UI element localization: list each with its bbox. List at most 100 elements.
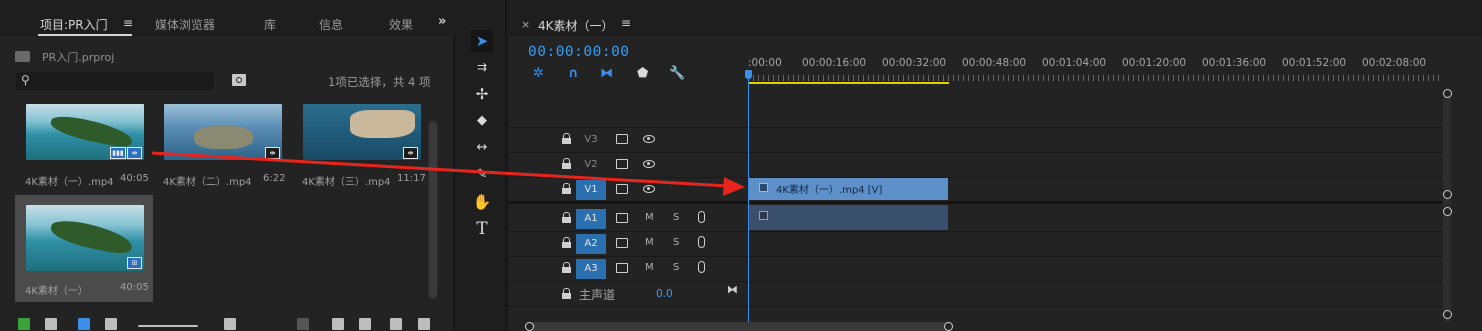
panel-menu-icon[interactable]: ≡ bbox=[621, 16, 631, 30]
pen-tool-icon[interactable]: ✎ bbox=[471, 164, 493, 186]
ruler-label: 00:01:52:00 bbox=[1282, 57, 1347, 69]
track-divider bbox=[509, 306, 1442, 307]
lock-icon[interactable] bbox=[562, 183, 571, 194]
snap-icon[interactable]: ∩ bbox=[568, 66, 579, 81]
settings-wrench-icon[interactable]: 🔧 bbox=[669, 66, 685, 81]
track-target-v1[interactable]: V1 bbox=[576, 180, 606, 200]
timeline-tabbar: × 4K素材（一） ≡ bbox=[509, 0, 1482, 36]
slip-tool-icon[interactable]: ↔ bbox=[471, 137, 493, 159]
track-header-a2: A2 M S bbox=[509, 232, 748, 256]
automate-to-sequence-icon[interactable] bbox=[297, 318, 309, 330]
tab-effects[interactable]: 效果 bbox=[389, 16, 413, 33]
razor-tool-icon[interactable]: ◆ bbox=[471, 110, 493, 132]
track-target-v2[interactable]: V2 bbox=[576, 155, 606, 175]
track-target-a3[interactable]: A3 bbox=[576, 259, 606, 279]
write-protect-icon[interactable] bbox=[18, 318, 30, 330]
solo-button[interactable]: S bbox=[673, 237, 679, 248]
sync-lock-icon[interactable] bbox=[616, 159, 628, 169]
sync-lock-icon[interactable] bbox=[616, 213, 628, 223]
voiceover-mic-icon[interactable] bbox=[698, 261, 705, 273]
timeline-panel: × 4K素材（一） ≡ 00:00:00:00 ✲ ∩ ⧓ ⬟ 🔧 :00:00… bbox=[509, 0, 1482, 331]
audio-keyframe-icon[interactable]: ⧓ bbox=[727, 283, 738, 296]
playhead-timecode[interactable]: 00:00:00:00 bbox=[528, 44, 630, 60]
sync-lock-icon[interactable] bbox=[616, 263, 628, 273]
selection-status: 1项已选择，共 4 项 bbox=[328, 75, 431, 89]
track-target-v3[interactable]: V3 bbox=[576, 130, 606, 150]
master-track-label: 主声道 bbox=[579, 288, 616, 302]
sync-lock-icon[interactable] bbox=[616, 238, 628, 248]
scroll-handle[interactable] bbox=[1443, 207, 1452, 216]
active-tab-indicator bbox=[38, 34, 132, 36]
work-area-bar[interactable] bbox=[748, 82, 949, 84]
tab-libraries[interactable]: 库 bbox=[264, 16, 276, 33]
lock-icon[interactable] bbox=[562, 237, 571, 248]
search-input[interactable] bbox=[36, 73, 206, 89]
sequence-tab[interactable]: 4K素材（一） bbox=[538, 17, 614, 34]
voiceover-mic-icon[interactable] bbox=[698, 236, 705, 248]
scroll-handle-top[interactable] bbox=[1443, 89, 1452, 98]
track-target-a2[interactable]: A2 bbox=[576, 234, 606, 254]
eye-icon[interactable] bbox=[643, 185, 655, 193]
close-icon[interactable]: × bbox=[521, 18, 530, 31]
sync-lock-icon[interactable] bbox=[616, 134, 628, 144]
overflow-chevron-icon[interactable]: » bbox=[438, 14, 446, 29]
ripple-edit-tool-icon[interactable]: ✢ bbox=[471, 83, 493, 105]
timeline-horizontal-scrollbar[interactable] bbox=[525, 322, 953, 331]
new-bin-icon[interactable] bbox=[359, 318, 371, 330]
selection-tool-icon[interactable]: ➤ bbox=[471, 30, 493, 52]
list-view-icon[interactable] bbox=[45, 318, 57, 330]
nest-icon[interactable]: ✲ bbox=[533, 66, 544, 81]
search-field[interactable]: ⚲ bbox=[16, 72, 214, 90]
find-icon[interactable] bbox=[232, 74, 246, 86]
master-volume-value[interactable]: 0.0 bbox=[656, 288, 673, 300]
hand-tool-icon[interactable]: ✋ bbox=[471, 191, 493, 213]
scroll-handle[interactable] bbox=[1443, 190, 1452, 199]
lock-icon[interactable] bbox=[562, 133, 571, 144]
audio-clip-a1[interactable] bbox=[748, 205, 948, 230]
icon-view-icon[interactable] bbox=[78, 318, 90, 330]
mute-button[interactable]: M bbox=[645, 237, 654, 248]
freeform-view-icon[interactable] bbox=[105, 318, 117, 330]
playhead-line[interactable] bbox=[748, 76, 749, 331]
panel-menu-icon[interactable]: ≡ bbox=[123, 16, 133, 30]
track-header-v1: V1 bbox=[509, 178, 748, 202]
find-icon[interactable] bbox=[332, 318, 344, 330]
add-marker-icon[interactable]: ⬟ bbox=[637, 66, 648, 81]
eye-icon[interactable] bbox=[643, 160, 655, 168]
track-select-tool-icon[interactable]: ⇉ bbox=[471, 56, 493, 78]
bin-icon bbox=[15, 51, 30, 62]
tab-info[interactable]: 信息 bbox=[319, 16, 343, 33]
scroll-handle-left[interactable] bbox=[525, 322, 534, 331]
solo-button[interactable]: S bbox=[673, 212, 679, 223]
tab-project[interactable]: 项目:PR入门 bbox=[40, 16, 108, 33]
tab-media-browser[interactable]: 媒体浏览器 bbox=[155, 16, 215, 33]
linked-selection-icon[interactable]: ⧓ bbox=[600, 66, 613, 81]
project-scrollbar[interactable] bbox=[428, 120, 438, 300]
ruler-label: 00:00:32:00 bbox=[882, 57, 947, 69]
eye-icon[interactable] bbox=[643, 135, 655, 143]
track-target-a1[interactable]: A1 bbox=[576, 209, 606, 229]
trash-icon[interactable] bbox=[418, 318, 430, 330]
sync-lock-icon[interactable] bbox=[616, 184, 628, 194]
lock-icon[interactable] bbox=[562, 158, 571, 169]
sort-icons-icon[interactable] bbox=[224, 318, 236, 330]
lock-icon[interactable] bbox=[562, 212, 571, 223]
av-badge-icon: ⇼ bbox=[127, 147, 142, 159]
time-ruler[interactable] bbox=[748, 75, 1442, 81]
solo-button[interactable]: S bbox=[673, 262, 679, 273]
mute-button[interactable]: M bbox=[645, 262, 654, 273]
scroll-thumb[interactable] bbox=[429, 122, 437, 298]
new-item-icon[interactable] bbox=[390, 318, 402, 330]
lock-icon[interactable] bbox=[562, 262, 571, 273]
scroll-handle-right[interactable] bbox=[944, 322, 953, 331]
scroll-handle-bottom[interactable] bbox=[1443, 310, 1452, 319]
mute-button[interactable]: M bbox=[645, 212, 654, 223]
type-tool-icon[interactable]: T bbox=[471, 218, 493, 240]
lock-icon[interactable] bbox=[562, 288, 571, 299]
voiceover-mic-icon[interactable] bbox=[698, 211, 705, 223]
zoom-slider[interactable] bbox=[138, 325, 198, 327]
playhead-handle[interactable] bbox=[745, 70, 752, 79]
video-clip-v1[interactable]: 4K素材（一）.mp4 [V] bbox=[748, 178, 948, 200]
timeline-vertical-scrollbar[interactable] bbox=[1437, 89, 1457, 324]
project-panel: 项目:PR入门 ≡ 媒体浏览器 库 信息 效果 » PR入门.prproj ⚲ … bbox=[0, 0, 455, 331]
